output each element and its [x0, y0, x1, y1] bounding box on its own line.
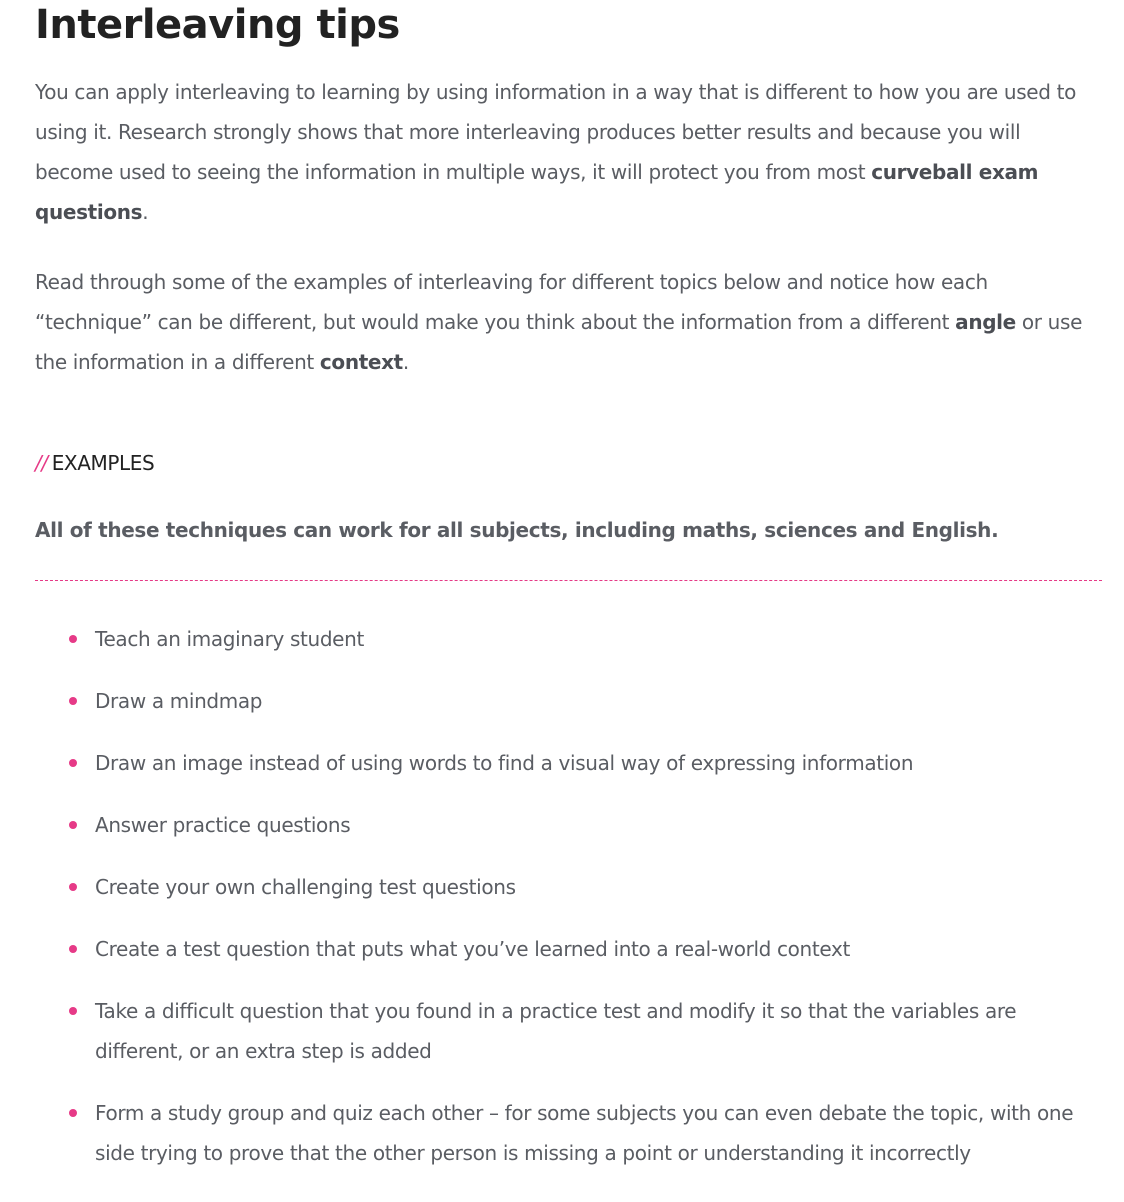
list-item-text: Draw a mindmap [95, 689, 263, 713]
list-item: Draw a mindmap [35, 681, 1102, 721]
list-item: Create a test question that puts what yo… [35, 929, 1102, 969]
list-item: Answer practice questions [35, 805, 1102, 845]
list-item: Create your own challenging test questio… [35, 867, 1102, 907]
bullet-icon [69, 697, 77, 705]
bullet-icon [69, 635, 77, 643]
list-item-text: Form a study group and quiz each other –… [95, 1101, 1074, 1165]
intro-p2-bold-context: context [319, 350, 403, 374]
intro-p1-end: . [142, 200, 149, 224]
list-item: Teach an imaginary student [35, 619, 1102, 659]
bullet-icon [69, 945, 77, 953]
list-item: Draw an image instead of using words to … [35, 743, 1102, 783]
intro-paragraph-2: Read through some of the examples of int… [35, 262, 1102, 382]
bullet-icon [69, 821, 77, 829]
bullet-icon [69, 759, 77, 767]
list-item-text: Answer practice questions [95, 813, 351, 837]
section-slashes: // [35, 451, 48, 475]
section-heading-examples: //EXAMPLES [35, 448, 1102, 478]
list-item-text: Create your own challenging test questio… [95, 875, 516, 899]
intro-paragraph-1: You can apply interleaving to learning b… [35, 72, 1102, 232]
dashed-divider [35, 580, 1102, 581]
list-item-text: Take a difficult question that you found… [95, 999, 1017, 1063]
examples-lead: All of these techniques can work for all… [35, 518, 999, 542]
list-item-text: Teach an imaginary student [95, 627, 364, 651]
examples-list: Teach an imaginary student Draw a mindma… [35, 619, 1102, 1173]
article: Interleaving tips You can apply interlea… [35, 0, 1102, 1195]
intro-p2-text-a: Read through some of the examples of int… [35, 270, 988, 334]
page-title: Interleaving tips [35, 2, 400, 48]
bullet-icon [69, 1109, 77, 1117]
list-item: Form a study group and quiz each other –… [35, 1093, 1102, 1173]
bullet-icon [69, 1007, 77, 1015]
intro-p2-bold-angle: angle [955, 310, 1016, 334]
list-item: Take a difficult question that you found… [35, 991, 1102, 1071]
section-label: EXAMPLES [51, 451, 155, 475]
list-item-text: Create a test question that puts what yo… [95, 937, 850, 961]
bullet-icon [69, 883, 77, 891]
list-item-text: Draw an image instead of using words to … [95, 751, 914, 775]
intro-p2-end: . [402, 350, 409, 374]
